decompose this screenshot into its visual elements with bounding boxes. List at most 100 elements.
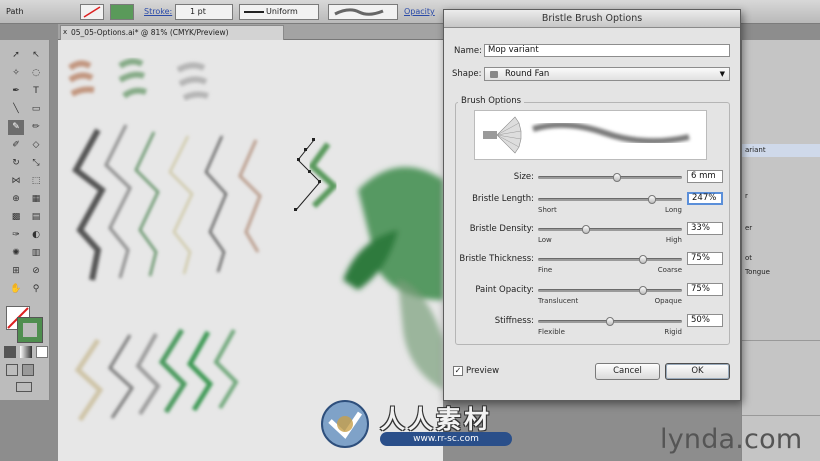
slider-thumb[interactable]	[581, 225, 590, 234]
slider-track[interactable]	[538, 195, 682, 204]
brush-definition-dropdown[interactable]	[328, 4, 398, 20]
zoom-tool-icon[interactable]: ⚲	[28, 282, 44, 297]
lasso-tool-icon[interactable]: ◌	[28, 66, 44, 81]
slider-label: Bristle Thickness:	[459, 254, 534, 264]
selection-tool-icon[interactable]: ➚	[8, 48, 24, 63]
slider-max-label: Opaque	[654, 297, 682, 305]
free-transform-tool-icon[interactable]: ⬚	[28, 174, 44, 189]
stroke-weight-value: 1 pt	[190, 7, 206, 16]
eyedropper-tool-icon[interactable]: ✑	[8, 228, 24, 243]
none-mode-icon[interactable]	[36, 346, 48, 358]
magic-wand-tool-icon[interactable]: ✧	[8, 66, 24, 81]
slice-tool-icon[interactable]: ⊘	[28, 264, 44, 279]
gradient-tool-icon[interactable]: ▤	[28, 210, 44, 225]
panel-row[interactable]: er	[742, 222, 820, 235]
brush-preview	[474, 110, 707, 160]
panel-row[interactable]: r	[742, 190, 820, 203]
pencil-tool-icon[interactable]: ✏	[28, 120, 44, 135]
panel-row-selected[interactable]: ariant	[742, 144, 820, 157]
line-tool-icon[interactable]: ╲	[8, 102, 24, 117]
ok-button[interactable]: OK	[665, 363, 730, 380]
fill-swatch[interactable]	[80, 4, 104, 20]
rotate-tool-icon[interactable]: ↻	[8, 156, 24, 171]
watermark-logo-icon	[321, 400, 369, 448]
round-fan-icon	[490, 71, 498, 78]
slider-min-label: Fine	[538, 266, 553, 274]
pen-tool-icon[interactable]: ✒	[8, 84, 24, 99]
slider-max-label: Long	[665, 206, 682, 214]
screen-mode-icon[interactable]	[16, 382, 32, 392]
slider-value-field[interactable]: 75%	[687, 252, 723, 265]
slider-thumb[interactable]	[613, 173, 622, 182]
mesh-tool-icon[interactable]: ▩	[8, 210, 24, 225]
scale-tool-icon[interactable]: ⤡	[28, 156, 44, 171]
stroke-swatch[interactable]	[110, 4, 134, 20]
perspective-grid-tool-icon[interactable]: ▦	[28, 192, 44, 207]
shape-dropdown[interactable]: Round Fan ▼	[484, 67, 730, 81]
shape-value: Round Fan	[505, 69, 550, 79]
slider-min-label: Low	[538, 236, 552, 244]
stroke-label[interactable]: Stroke:	[144, 4, 172, 20]
slider-thumb[interactable]	[647, 195, 656, 204]
stroke-weight-field[interactable]: 1 pt	[175, 4, 233, 20]
width-tool-icon[interactable]: ⋈	[8, 174, 24, 189]
slider-value-field[interactable]: 75%	[687, 283, 723, 296]
preview-checkbox[interactable]: ✓	[453, 366, 463, 376]
gradient-mode-icon[interactable]	[20, 346, 32, 358]
cancel-button[interactable]: Cancel	[595, 363, 660, 380]
panel-divider	[742, 415, 820, 416]
paintbrush-tool-icon[interactable]: ✎	[8, 120, 24, 135]
shape-builder-tool-icon[interactable]: ⊕	[8, 192, 24, 207]
panel-row[interactable]: ot	[742, 252, 820, 265]
draw-normal-icon[interactable]	[6, 364, 18, 376]
slider-track[interactable]	[538, 255, 682, 264]
slider-thumb[interactable]	[639, 286, 648, 295]
close-tab-icon[interactable]: x	[63, 26, 67, 39]
profile-value: Uniform	[266, 7, 298, 16]
blend-tool-icon[interactable]: ◐	[28, 228, 44, 243]
slider-label: Bristle Length:	[472, 194, 534, 204]
blob-brush-tool-icon[interactable]: ✐	[8, 138, 24, 153]
document-tab[interactable]: x 05_05-Options.ai* @ 81% (CMYK/Preview)	[60, 25, 284, 40]
artboard-tool-icon[interactable]: ⊞	[8, 264, 24, 279]
tools-panel: ➚ ↖ ✧ ◌ ✒ T ╲ ▭ ✎ ✏ ✐ ◇ ↻ ⤡ ⋈ ⬚ ⊕ ▦ ▩ ▤ …	[0, 40, 50, 400]
watermark-url: www.rr-sc.com	[380, 432, 512, 446]
slider-max-label: Coarse	[657, 266, 682, 274]
slider-track[interactable]	[538, 317, 682, 326]
slider-value-field[interactable]: 50%	[687, 314, 723, 327]
selected-path	[294, 138, 339, 211]
document-tab-bar: x 05_05-Options.ai* @ 81% (CMYK/Preview)	[58, 24, 443, 40]
panel-row[interactable]	[742, 110, 820, 123]
slider-thumb[interactable]	[606, 317, 614, 326]
leaf-painting	[343, 167, 443, 390]
dropdown-arrow-icon: ▼	[719, 70, 725, 78]
selection-type-label: Path	[6, 7, 24, 16]
slider-value-field[interactable]: 247%	[687, 192, 723, 205]
slider-thumb[interactable]	[639, 255, 648, 264]
type-tool-icon[interactable]: T	[28, 84, 44, 99]
slider-label: Bristle Density:	[469, 224, 534, 234]
slider-track[interactable]	[538, 225, 682, 234]
opacity-label[interactable]: Opacity	[404, 4, 435, 20]
symbol-sprayer-tool-icon[interactable]: ✺	[8, 246, 24, 261]
draw-behind-icon[interactable]	[22, 364, 34, 376]
rectangle-tool-icon[interactable]: ▭	[28, 102, 44, 117]
column-graph-tool-icon[interactable]: ▥	[28, 246, 44, 261]
name-field[interactable]: Mop variant	[484, 44, 730, 57]
profile-dropdown[interactable]: Uniform	[239, 4, 319, 20]
slider-track[interactable]	[538, 173, 682, 182]
dialog-title: Bristle Brush Options	[444, 10, 740, 28]
stroke-color-icon[interactable]	[17, 317, 43, 343]
color-mode-icon[interactable]	[4, 346, 16, 358]
panel-divider	[742, 340, 820, 341]
slider-track[interactable]	[538, 286, 682, 295]
watermark: 人人素材 www.rr-sc.com	[318, 397, 518, 451]
slider-value-field[interactable]: 6 mm	[687, 170, 723, 183]
slider-min-label: Translucent	[538, 297, 579, 305]
panel-row[interactable]: Tongue	[742, 266, 820, 279]
slider-value-field[interactable]: 33%	[687, 222, 723, 235]
direct-selection-tool-icon[interactable]: ↖	[28, 48, 44, 63]
fill-none-icon	[83, 6, 101, 18]
eraser-tool-icon[interactable]: ◇	[28, 138, 44, 153]
hand-tool-icon[interactable]: ✋	[8, 282, 24, 297]
